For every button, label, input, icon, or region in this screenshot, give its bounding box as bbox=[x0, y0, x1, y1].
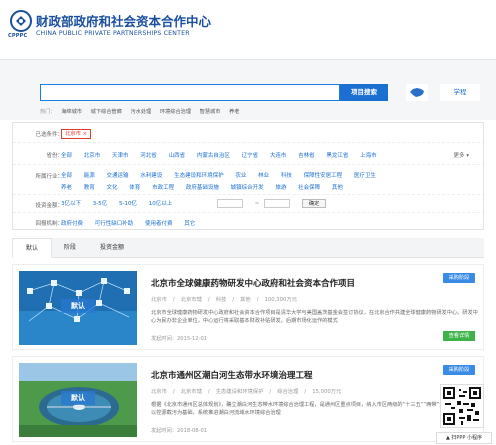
province-option[interactable]: 河北省 bbox=[140, 153, 157, 159]
province-option[interactable]: 吉林省 bbox=[298, 153, 315, 159]
site-title-en: CHINA PUBLIC PRIVATE PARTNERSHIPS CENTER bbox=[36, 30, 190, 37]
filter-row-payment: 回报机制： 政府付费 可行性缺口补助 使用者付费 其它 bbox=[13, 213, 485, 231]
payment-label: 回报机制： bbox=[35, 221, 63, 227]
range-separator: ~ bbox=[254, 201, 260, 207]
investment-ok-button[interactable]: 确定 bbox=[301, 199, 327, 208]
industry-option[interactable]: 科技 bbox=[281, 173, 292, 179]
project-card[interactable]: 默认 北京市通州区潮白河生态带水环境治理工程 北京市 / 北京市辖 / 生态建设和环境保… bbox=[12, 356, 484, 442]
site-title-cn[interactable]: 财政部政府和社会资本合作中心 bbox=[36, 11, 211, 30]
industry-option[interactable]: 城镇综合开发 bbox=[231, 185, 264, 191]
province-option[interactable]: 黑龙江省 bbox=[326, 153, 348, 159]
project-date: 发起时间：2018-08-01 bbox=[151, 428, 208, 434]
industry-option[interactable]: 交通运输 bbox=[107, 173, 129, 179]
payment-option[interactable]: 使用者付费 bbox=[145, 221, 173, 227]
province-option[interactable]: 全部 bbox=[61, 153, 72, 159]
filter-row-province: 省份： 全部 北京市 天津市 河北省 山西省 内蒙古自治区 辽宁省 大连市 吉林… bbox=[13, 143, 485, 165]
industry-option[interactable]: 能源 bbox=[84, 173, 95, 179]
province-label: 省份： bbox=[46, 153, 63, 159]
thumbnail-badge: 默认 bbox=[61, 391, 95, 405]
industry-option[interactable]: 养老 bbox=[61, 185, 72, 191]
hot-searches: 热门： 海绵城市 城下综合管廊 污水处理 环境综合治理 智慧城市 养老 bbox=[40, 108, 246, 115]
investment-option[interactable]: 3亿以下 bbox=[61, 201, 81, 207]
hot-label: 热门： bbox=[40, 109, 56, 115]
hot-item[interactable]: 城下综合管廊 bbox=[91, 109, 122, 115]
industry-option[interactable]: 体育 bbox=[129, 185, 140, 191]
china-map-icon bbox=[410, 88, 424, 97]
selected-label: 已选条件： bbox=[35, 132, 63, 138]
investment-label: 投资金额： bbox=[35, 203, 63, 209]
province-option[interactable]: 大连市 bbox=[270, 153, 287, 159]
hot-item[interactable]: 智慧城市 bbox=[200, 109, 221, 115]
thumbnail-badge: 默认 bbox=[61, 299, 95, 313]
industry-option[interactable]: 教育 bbox=[84, 185, 95, 191]
project-description: 北京市全球健康药物研发中心政府和社会资本合作项目是清华大学与美国盖茨基金会签订协… bbox=[151, 310, 478, 324]
province-option[interactable]: 内蒙古自治区 bbox=[197, 153, 230, 159]
xuecheng-button[interactable]: 学程 bbox=[440, 84, 480, 101]
province-option[interactable]: 天津市 bbox=[112, 153, 129, 159]
hot-item[interactable]: 养老 bbox=[229, 109, 239, 115]
more-provinces-toggle[interactable]: 更多 ▾ bbox=[453, 151, 469, 159]
status-badge: 采购阶段 bbox=[443, 273, 475, 283]
industry-option[interactable]: 生态建设和环境保护 bbox=[174, 173, 224, 179]
tab-investment[interactable]: 投资金额 bbox=[88, 238, 136, 258]
tab-default[interactable]: 默认 bbox=[12, 238, 52, 258]
province-option[interactable]: 山西省 bbox=[169, 153, 186, 159]
investment-option[interactable]: 5-10亿 bbox=[119, 201, 137, 207]
industry-option[interactable]: 水利建设 bbox=[140, 173, 162, 179]
industry-option[interactable]: 保障性安居工程 bbox=[304, 173, 343, 179]
investment-option[interactable]: 10亿以上 bbox=[149, 201, 173, 207]
qr-code bbox=[440, 384, 484, 428]
filter-row-industry: 所属行业： 全部 能源 交通运输 水利建设 生态建设和环境保护 农业 林业 科技… bbox=[13, 165, 485, 195]
hot-item[interactable]: 污水处理 bbox=[130, 109, 151, 115]
qr-code-icon bbox=[441, 385, 483, 427]
investment-min-input[interactable] bbox=[216, 199, 243, 208]
hot-item[interactable]: 环境综合治理 bbox=[160, 109, 191, 115]
view-detail-button[interactable]: 查看详情 bbox=[443, 331, 475, 341]
project-meta: 北京市 / 北京市辖 / 科技 / 其他/100,300万元 bbox=[151, 297, 298, 303]
industry-option[interactable]: 政府基础设施 bbox=[186, 185, 219, 191]
industry-option[interactable]: 农业 bbox=[235, 173, 246, 179]
industry-option[interactable]: 全部 bbox=[61, 173, 72, 179]
industry-option[interactable]: 其他 bbox=[332, 185, 343, 191]
industry-option[interactable]: 旅游 bbox=[275, 185, 286, 191]
search-button[interactable]: 项目搜索 bbox=[340, 84, 388, 101]
filter-row-investment: 投资金额： 3亿以下 3-5亿 5-10亿 10亿以上 ~ 确定 bbox=[13, 195, 485, 213]
project-date: 发起时间：2015-12-01 bbox=[151, 336, 208, 342]
logo-text: CPPPC bbox=[8, 33, 28, 39]
cpppc-logo-icon bbox=[10, 10, 32, 32]
hot-item[interactable]: 海绵城市 bbox=[61, 109, 82, 115]
filter-panel: 已选条件： 北京市 × 省份： 全部 北京市 天津市 河北省 山西省 内蒙古自治… bbox=[12, 122, 485, 231]
province-option[interactable]: 北京市 bbox=[84, 153, 101, 159]
tab-stage[interactable]: 阶段 bbox=[52, 238, 88, 258]
industry-option[interactable]: 林业 bbox=[258, 173, 269, 179]
project-thumbnail[interactable]: 默认 bbox=[19, 271, 137, 345]
investment-option[interactable]: 3-5亿 bbox=[93, 201, 107, 207]
sort-tabs: 默认 阶段 投资金额 bbox=[12, 238, 484, 258]
site-header: CPPPC 财政部政府和社会资本合作中心 CHINA PUBLIC PRIVAT… bbox=[0, 0, 496, 60]
province-option[interactable]: 辽宁省 bbox=[242, 153, 259, 159]
qr-caption: ▲ 扫PPP 小程序 bbox=[436, 432, 492, 444]
selected-chip[interactable]: 北京市 × bbox=[61, 129, 92, 139]
industry-option[interactable]: 医疗卫生 bbox=[354, 173, 376, 179]
project-thumbnail[interactable]: 默认 bbox=[19, 363, 137, 437]
project-meta: 北京市 / 北京市辖 / 生态建设和环境保护 / 综合治理/15,000万元 bbox=[151, 389, 342, 395]
province-option[interactable]: 上海市 bbox=[360, 153, 377, 159]
project-title[interactable]: 北京市通州区潮白河生态带水环境治理工程 bbox=[151, 369, 313, 381]
payment-option[interactable]: 政府付费 bbox=[61, 221, 83, 227]
industry-option[interactable]: 市政工程 bbox=[152, 185, 174, 191]
status-badge: 采购阶段 bbox=[443, 365, 475, 375]
project-card[interactable]: 默认 北京市全球健康药物研发中心政府和社会资本合作项目 北京市 / 北京市辖 / 科技 /… bbox=[12, 264, 484, 350]
payment-option[interactable]: 其它 bbox=[184, 221, 195, 227]
industry-option[interactable]: 社会保障 bbox=[298, 185, 320, 191]
industry-label: 所属行业： bbox=[35, 174, 63, 180]
search-input[interactable] bbox=[40, 84, 340, 101]
industry-option[interactable]: 文化 bbox=[107, 185, 118, 191]
investment-max-input[interactable] bbox=[264, 199, 291, 208]
map-button[interactable] bbox=[406, 84, 428, 101]
payment-option[interactable]: 可行性缺口补助 bbox=[95, 221, 134, 227]
project-title[interactable]: 北京市全球健康药物研发中心政府和社会资本合作项目 bbox=[151, 277, 355, 289]
project-description: 根据《北京市通州区总体规划》，确立潮白河生态带水环境综合治理工程，是通州区重点项… bbox=[151, 402, 476, 416]
filter-row-selected: 已选条件： 北京市 × bbox=[13, 123, 485, 143]
